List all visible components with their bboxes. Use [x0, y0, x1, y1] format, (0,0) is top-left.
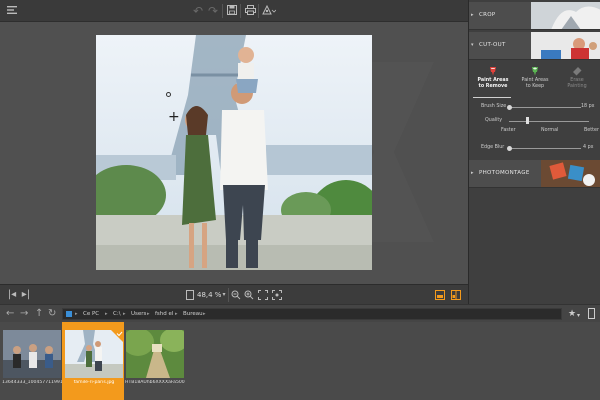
breadcrumb-item[interactable]: fshd el [155, 310, 173, 319]
erase-painting-tool[interactable]: Erase Painting [557, 66, 597, 90]
menu-icon[interactable] [4, 3, 20, 19]
photomontage-section-header[interactable]: ▸ PHOTOMONTAGE [469, 160, 600, 188]
brush-size-knob[interactable] [507, 105, 512, 110]
last-image-icon[interactable]: ▸| [20, 288, 32, 302]
refresh-icon[interactable]: ↻ [48, 307, 56, 321]
breadcrumb-item[interactable]: Bureau [183, 310, 203, 319]
edge-blur-slider[interactable] [509, 148, 581, 149]
expand-arrow-icon: ▸ [471, 12, 474, 18]
path-breadcrumb[interactable]: ▸ Ce PC ▸ C:\ ▸ Users ▸ fshd el ▸ Bureau… [62, 308, 562, 320]
canvas-navigation-bar: |◂ ▸| 48,4 % ▾ [0, 284, 468, 304]
brush-size-label: Brush Size [481, 104, 507, 109]
breadcrumb-item[interactable]: Ce PC [83, 310, 99, 319]
brush-size-slider[interactable] [509, 107, 581, 108]
thumbnail-item[interactable] [3, 330, 61, 378]
active-tool-underline [473, 97, 511, 98]
zoom-out-icon[interactable] [230, 288, 242, 302]
selected-check-icon [111, 330, 123, 342]
crop-label: CROP [479, 12, 496, 18]
cutout-thumbnail [531, 32, 600, 59]
paint-remove-tool[interactable]: Paint Areas to Remove [473, 66, 513, 90]
collapse-arrow-icon: ▾ [471, 42, 474, 48]
cutout-label: CUT-OUT [479, 42, 506, 48]
forward-arrow-icon[interactable]: → [20, 307, 28, 321]
explorer-bar: ← → ↑ ↻ ▸ Ce PC ▸ C:\ ▸ Users ▸ fshd el … [0, 304, 600, 322]
paint-keep-icon [532, 67, 538, 76]
top-toolbar: ↶ ↷ [0, 0, 468, 22]
eraser-icon [573, 67, 582, 76]
photomontage-thumbnail [541, 160, 600, 187]
favorite-star-icon[interactable]: ★ [568, 307, 576, 321]
quality-knob[interactable] [526, 117, 529, 124]
computer-icon [66, 311, 72, 317]
edge-blur-value: 4 px [583, 145, 594, 150]
brush-size-value: 18 px [581, 104, 595, 109]
print-icon[interactable] [242, 3, 258, 19]
fit-page-icon[interactable] [184, 288, 196, 302]
thumbnail-caption-selected: famile-ri-paris.jpg [73, 380, 115, 385]
quality-faster-label: Faster [501, 128, 516, 133]
favorites-dropdown-icon[interactable]: ▾ [577, 309, 580, 323]
quality-better-label: Better [584, 128, 599, 133]
breadcrumb-item[interactable]: Users [131, 310, 146, 319]
undo-icon[interactable]: ↶ [190, 3, 206, 19]
crop-section-header[interactable]: ▸ CROP [469, 2, 600, 30]
zoom-in-icon[interactable] [243, 288, 255, 302]
paint-remove-icon [490, 67, 496, 76]
fit-window-icon[interactable] [271, 288, 283, 302]
paint-keep-tool[interactable]: Paint Areas to Keep [515, 66, 555, 90]
zoom-dropdown-icon[interactable]: ▾ [220, 288, 228, 302]
save-icon[interactable] [224, 3, 240, 19]
breadcrumb-item[interactable]: C:\ [113, 310, 121, 319]
thumbnail-caption: HTB18AUhb6XXXXaFa500Xp... [125, 380, 185, 385]
thumbnail-item[interactable] [126, 330, 184, 378]
quality-label: Quality [485, 118, 503, 123]
share-icon[interactable] [260, 3, 278, 19]
tools-panel: ▸ CROP ▾ CUT-OUT Paint Areas to Remove P… [468, 0, 600, 304]
crosshair-cursor-icon: + [168, 109, 180, 125]
quality-normal-label: Normal [541, 128, 559, 133]
actual-size-icon[interactable] [257, 288, 269, 302]
thumbnail-caption: 13644333_10045771199120... [2, 380, 62, 385]
zoom-level: 48,4 % [197, 291, 222, 299]
edge-blur-label: Edge Blur [481, 145, 505, 150]
photo-preview[interactable]: + [96, 35, 372, 270]
up-arrow-icon[interactable]: ↑ [35, 307, 43, 321]
thumbnail-strip: 13644333_10045771199120... famile-ri-par… [0, 322, 600, 400]
expand-arrow-icon: ▸ [471, 170, 474, 176]
photomontage-label: PHOTOMONTAGE [479, 170, 530, 176]
quality-slider[interactable] [509, 121, 589, 122]
redo-icon[interactable]: ↷ [205, 3, 221, 19]
first-image-icon[interactable]: |◂ [6, 288, 18, 302]
brush-cursor-ring [166, 92, 171, 97]
cutout-section-header[interactable]: ▾ CUT-OUT [469, 32, 600, 60]
image-canvas[interactable]: + [0, 22, 468, 284]
single-view-icon[interactable] [434, 288, 446, 302]
edge-blur-knob[interactable] [507, 146, 512, 151]
back-arrow-icon[interactable]: ← [6, 307, 14, 321]
crop-thumbnail [531, 2, 600, 29]
compare-view-icon[interactable] [450, 288, 462, 302]
thumbnail-item-selected[interactable] [65, 330, 123, 378]
